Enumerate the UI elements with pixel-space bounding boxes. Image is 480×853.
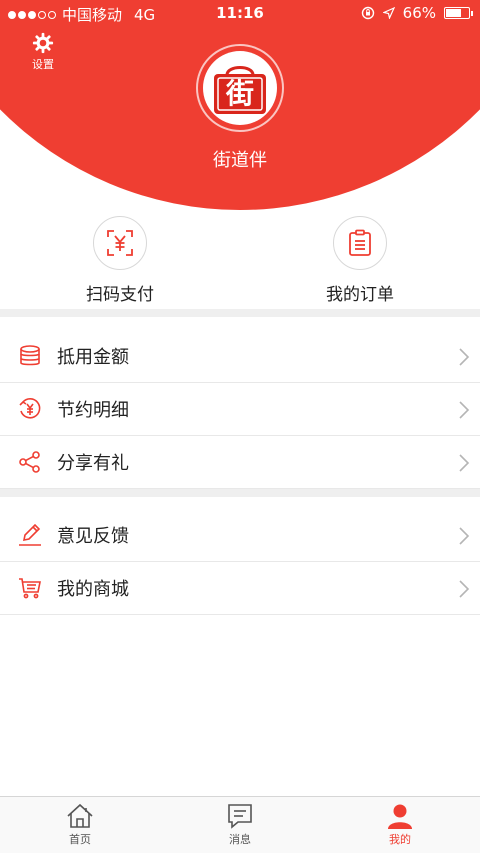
gear-icon	[32, 32, 54, 54]
battery-percent: 66%	[402, 4, 436, 22]
message-icon	[228, 804, 252, 829]
chevron-right-icon	[459, 401, 470, 419]
share-icon	[18, 450, 42, 474]
menu-item-label: 分享有礼	[57, 453, 129, 474]
section-divider	[0, 309, 480, 317]
settings-button[interactable]: 设置	[26, 32, 60, 72]
menu-item-discount-amount[interactable]: 抵用金额	[0, 330, 480, 383]
menu-item-savings-detail[interactable]: 节约明细	[0, 383, 480, 436]
settings-label: 设置	[32, 58, 54, 71]
app-logo: 街	[203, 51, 277, 125]
menu-item-label: 节约明细	[57, 400, 129, 421]
scan-pay-icon-circle	[93, 216, 147, 270]
pen-icon	[18, 523, 42, 547]
chevron-right-icon	[459, 348, 470, 366]
quick-actions: 扫码支付 我的订单	[0, 212, 480, 310]
status-bar: 中国移动 4G 11:16 66%	[0, 0, 480, 26]
menu-item-label: 我的商城	[57, 579, 129, 600]
my-orders-button[interactable]: 我的订单	[240, 212, 480, 310]
profile-header: 中国移动 4G 11:16 66% 设置 街 街道伴	[0, 0, 480, 210]
tab-label: 首页	[69, 833, 91, 846]
tab-label: 我的	[389, 833, 411, 846]
location-arrow-icon	[382, 7, 395, 19]
tab-profile[interactable]: 我的	[320, 797, 480, 853]
tab-home[interactable]: 首页	[0, 797, 160, 853]
menu-item-my-mall[interactable]: 我的商城	[0, 562, 480, 615]
menu-item-feedback[interactable]: 意见反馈	[0, 509, 480, 562]
menu-item-label: 意见反馈	[57, 526, 129, 547]
order-list-icon-circle	[333, 216, 387, 270]
menu-item-label: 抵用金额	[57, 347, 129, 368]
logo-text: 街	[225, 77, 254, 110]
home-icon	[67, 803, 93, 828]
menu-group-2: 意见反馈 我的商城	[0, 509, 480, 615]
my-orders-label: 我的订单	[326, 285, 394, 305]
scan-pay-label: 扫码支付	[86, 285, 154, 305]
avatar[interactable]: 街	[196, 44, 284, 132]
coins-icon	[18, 344, 42, 368]
menu-group-1: 抵用金额 节约明细 分享有礼	[0, 330, 480, 489]
app-name: 街道伴	[213, 150, 267, 171]
status-right: 66%	[361, 4, 473, 22]
section-divider	[0, 489, 480, 497]
scan-pay-button[interactable]: 扫码支付	[0, 212, 240, 310]
tab-messages[interactable]: 消息	[160, 797, 320, 853]
tab-label: 消息	[229, 833, 251, 846]
cart-icon	[18, 576, 42, 600]
profile-icon	[388, 804, 412, 829]
battery-icon	[444, 7, 473, 19]
menu-item-share-gift[interactable]: 分享有礼	[0, 436, 480, 489]
order-list-icon	[349, 229, 371, 256]
store-bag-logo-icon: 街	[214, 66, 266, 114]
chevron-right-icon	[459, 527, 470, 545]
savings-icon	[18, 397, 42, 421]
chevron-right-icon	[459, 580, 470, 598]
chevron-right-icon	[459, 454, 470, 472]
tab-bar: 首页 消息 我的	[0, 796, 480, 853]
orientation-lock-icon	[361, 6, 374, 20]
scan-pay-icon	[107, 230, 133, 256]
